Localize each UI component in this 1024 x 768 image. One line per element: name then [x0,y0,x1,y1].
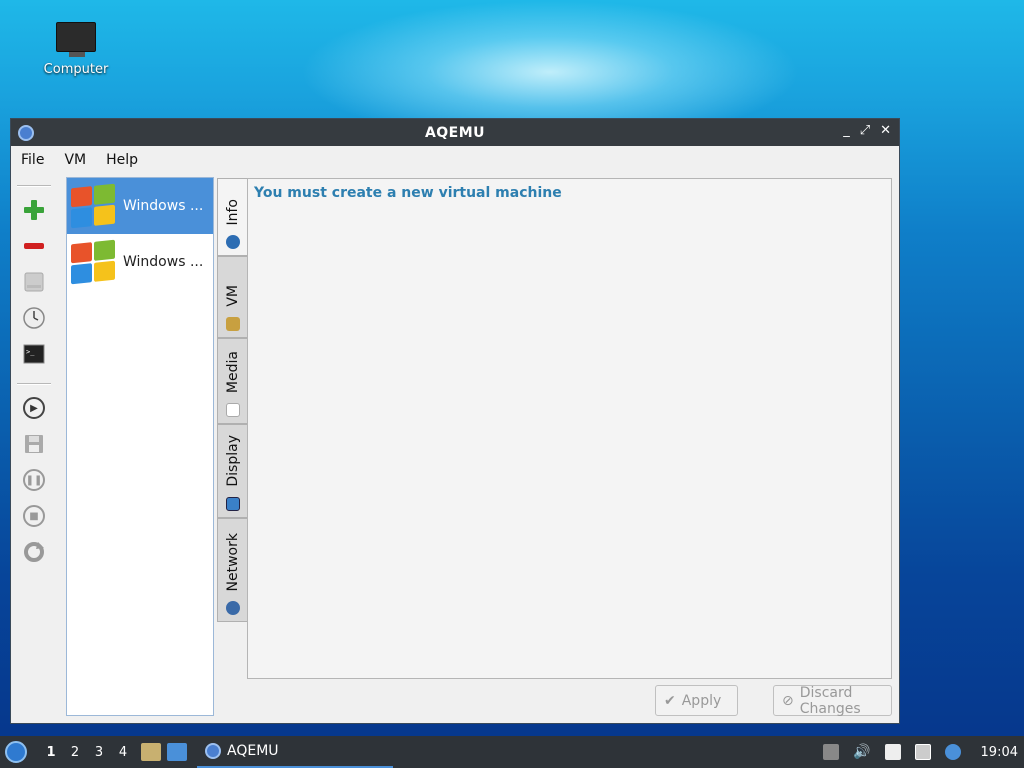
desktop-wallpaper-glow [300,0,800,120]
svg-text:>_: >_ [26,348,35,356]
start-menu-icon[interactable] [5,741,27,763]
cancel-icon: ⊘ [782,692,794,709]
stop-vm-button[interactable]: ■ [17,501,51,531]
menu-file[interactable]: File [21,152,44,168]
reset-vm-button[interactable] [17,537,51,567]
toolbar-separator [17,185,51,187]
maximize-button[interactable]: ⤢ [860,123,870,138]
title-bar[interactable]: AQEMU _ ⤢ ✕ [11,119,899,146]
reset-icon [24,542,44,562]
tab-info[interactable]: Info [217,178,247,256]
taskbar-app-aqemu[interactable]: AQEMU [197,736,393,768]
tab-label: Network [224,532,241,591]
tools-icon [225,317,240,331]
network-icon [225,601,240,615]
display-icon [225,497,240,511]
remove-icon [24,243,44,249]
vertical-tab-bar: Info VM Media Display Network [217,178,247,622]
tab-label: VM [224,285,241,307]
toolbar: >_ ▶ ❚❚ ■ [17,181,53,573]
pause-vm-button[interactable]: ❚❚ [17,465,51,495]
windows-logo-icon [71,183,115,229]
taskbar: 1 2 3 4 AQEMU 🔊 19:04 [0,736,1024,768]
minimize-button[interactable]: _ [843,123,850,138]
workspace-3[interactable]: 3 [87,745,111,760]
aqemu-icon [205,743,221,759]
tray-arrow-icon[interactable] [823,744,840,760]
play-icon: ▶ [23,397,45,419]
window-title: AQEMU [424,124,486,141]
tab-label: Media [224,350,241,393]
add-vm-button[interactable] [17,195,51,225]
info-icon [225,235,240,249]
clipboard-icon[interactable] [884,744,901,760]
discard-changes-button[interactable]: ⊘ Discard Changes [773,684,892,717]
tab-label: Info [224,198,241,226]
vm-name: Windows ... [123,198,204,214]
info-panel: You must create a new virtual machine [247,178,892,679]
terminal-button[interactable]: >_ [17,339,51,369]
desktop-icon-computer[interactable]: Computer [38,22,114,77]
menu-vm[interactable]: VM [64,152,86,168]
taskbar-app-label: AQEMU [227,743,279,759]
network-tray-icon[interactable] [914,744,931,760]
tab-vm[interactable]: VM [217,256,247,338]
info-message: You must create a new virtual machine [254,185,562,201]
toolbar-separator [17,383,51,385]
apply-label: Apply [681,692,722,709]
vm-list-item[interactable]: Windows ... [67,234,213,290]
volume-icon[interactable]: 🔊 [853,744,870,760]
vm-name: Windows ... [123,254,204,270]
computer-icon [56,22,96,57]
file-manager-icon[interactable] [141,743,161,761]
workspace-4[interactable]: 4 [111,745,135,760]
update-icon[interactable] [944,744,961,760]
windows-logo-icon [71,239,115,285]
close-button[interactable]: ✕ [880,123,891,138]
start-vm-button[interactable]: ▶ [17,393,51,423]
workspace-1[interactable]: 1 [39,745,63,760]
disk-icon [225,403,240,417]
terminal-icon: >_ [23,344,45,364]
stop-icon: ■ [23,505,45,527]
vm-settings-button[interactable] [17,267,51,297]
menu-bar: File VM Help [11,146,899,174]
tab-display[interactable]: Display [217,424,247,518]
menu-help[interactable]: Help [106,152,138,168]
tab-media[interactable]: Media [217,338,247,424]
remove-vm-button[interactable] [17,231,51,261]
pause-icon: ❚❚ [23,469,45,491]
tab-label: Display [224,435,241,487]
vm-list: Windows ... Windows ... [66,177,214,716]
drive-icon [24,272,44,292]
save-icon [25,435,43,453]
discard-label: Discard Changes [799,684,861,717]
snapshot-button[interactable] [17,303,51,333]
tab-network[interactable]: Network [217,518,247,622]
aqemu-window: AQEMU _ ⤢ ✕ File VM Help >_ ▶ ❚❚ ■ Windo… [10,118,900,724]
add-icon [24,200,44,220]
system-tray: 🔊 19:04 [823,736,1024,768]
vm-list-item[interactable]: Windows ... [67,178,213,234]
check-icon: ✔ [664,692,676,709]
clock[interactable]: 19:04 [981,745,1018,760]
save-vm-button[interactable] [17,429,51,459]
show-desktop-icon[interactable] [167,743,187,761]
clock-icon [23,307,45,329]
workspace-2[interactable]: 2 [63,745,87,760]
desktop-icon-label: Computer [43,62,109,77]
apply-button[interactable]: ✔ Apply [655,685,738,716]
